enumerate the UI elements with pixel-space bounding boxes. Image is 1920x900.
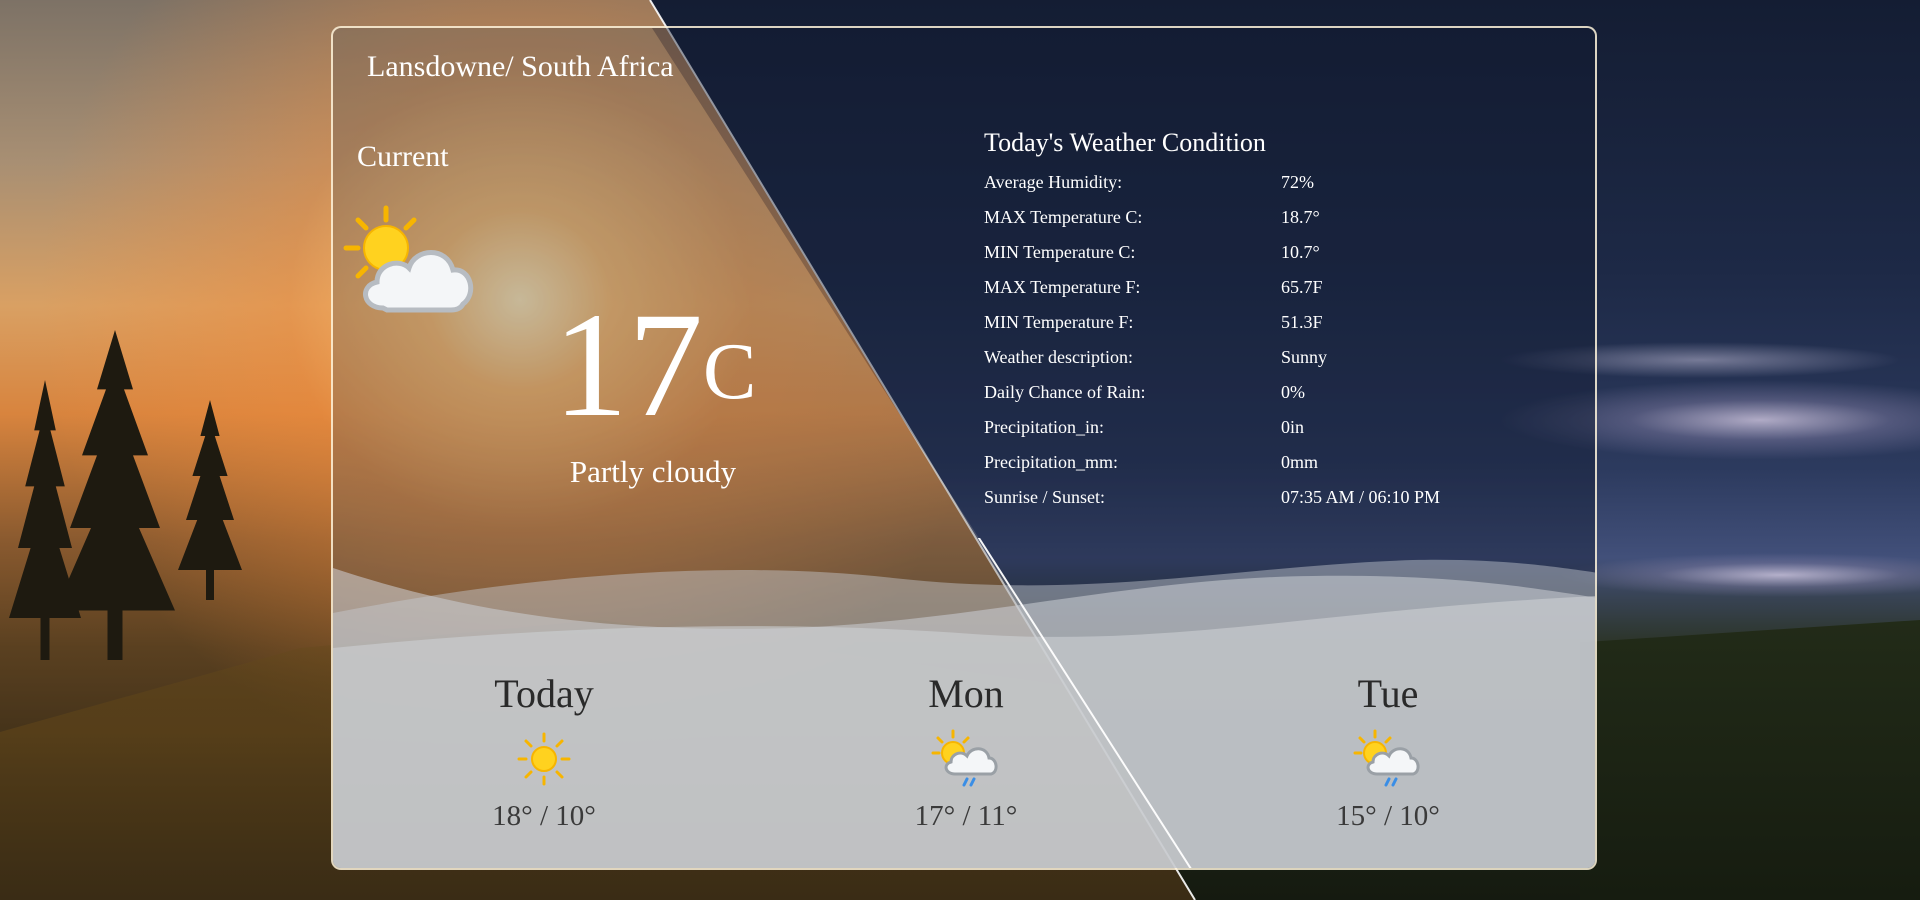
condition-value: 72% — [1281, 172, 1314, 192]
forecast-temps: 18° / 10° — [492, 800, 596, 832]
condition-value: 07:35 AM / 06:10 PM — [1281, 487, 1441, 507]
condition-value: 18.7° — [1281, 207, 1320, 227]
condition-row-sunrise-sunset: Sunrise / Sunset: 07:35 AM / 06:10 PM — [984, 487, 1544, 515]
forecast-mon: Mon 17° / 11° — [856, 672, 1076, 833]
condition-label: Weather description: — [984, 347, 1133, 367]
condition-value: 0mm — [1281, 452, 1319, 472]
condition-row-min-temp-c: MIN Temperature C: 10.7° — [984, 242, 1544, 270]
condition-row-precip-in: Precipitation_in: 0in — [984, 417, 1544, 445]
condition-label: MIN Temperature F: — [984, 312, 1134, 332]
condition-value: 51.3F — [1281, 312, 1323, 332]
condition-row-description: Weather description: Sunny — [984, 347, 1544, 375]
condition-value: 65.7F — [1281, 277, 1323, 297]
forecast-day-name: Mon — [928, 671, 1004, 716]
sun-cloud-rain-icon — [1353, 729, 1420, 787]
forecast-tue: Tue 15° / 10° — [1278, 672, 1498, 833]
conditions-title: Today's Weather Condition — [984, 128, 1266, 157]
condition-label: Average Humidity: — [984, 172, 1123, 192]
condition-label: MAX Temperature F: — [984, 277, 1141, 297]
condition-row-rain-chance: Daily Chance of Rain: 0% — [984, 382, 1544, 410]
condition-row-max-temp-c: MAX Temperature C: 18.7° — [984, 207, 1544, 235]
forecast-day-name: Today — [494, 671, 594, 716]
condition-label: MIN Temperature C: — [984, 242, 1136, 262]
condition-row-humidity: Average Humidity: 72% — [984, 172, 1544, 200]
forecast-temps: 15° / 10° — [1336, 800, 1440, 832]
condition-row-min-temp-f: MIN Temperature F: 51.3F — [984, 312, 1544, 340]
condition-value: Sunny — [1281, 347, 1328, 367]
current-temperature: 17C — [553, 290, 853, 440]
condition-value: 0% — [1281, 382, 1305, 402]
condition-label: Sunrise / Sunset: — [984, 487, 1106, 507]
forecast-today: Today 18° / 10° — [434, 672, 654, 833]
partly-cloudy-icon — [343, 205, 474, 313]
sun-icon — [517, 732, 571, 786]
current-label: Current — [357, 140, 449, 173]
condition-label: MAX Temperature C: — [984, 207, 1143, 227]
temperature-unit: C — [703, 328, 757, 416]
condition-label: Precipitation_mm: — [984, 452, 1118, 472]
condition-value: 10.7° — [1281, 242, 1320, 262]
sun-cloud-rain-icon — [931, 729, 998, 787]
condition-label: Daily Chance of Rain: — [984, 382, 1146, 402]
location-title: Lansdowne/ South Africa — [367, 50, 674, 83]
current-condition: Partly cloudy — [569, 454, 737, 489]
condition-row-precip-mm: Precipitation_mm: 0mm — [984, 452, 1544, 480]
condition-row-max-temp-f: MAX Temperature F: 65.7F — [984, 277, 1544, 305]
forecast-day-name: Tue — [1357, 671, 1419, 716]
temperature-value: 17 — [553, 282, 703, 448]
forecast-temps: 17° / 11° — [914, 800, 1018, 832]
condition-label: Precipitation_in: — [984, 417, 1104, 437]
weather-card: Lansdowne/ South Africa Current 17C Part… — [331, 26, 1597, 870]
condition-value: 0in — [1281, 417, 1305, 437]
